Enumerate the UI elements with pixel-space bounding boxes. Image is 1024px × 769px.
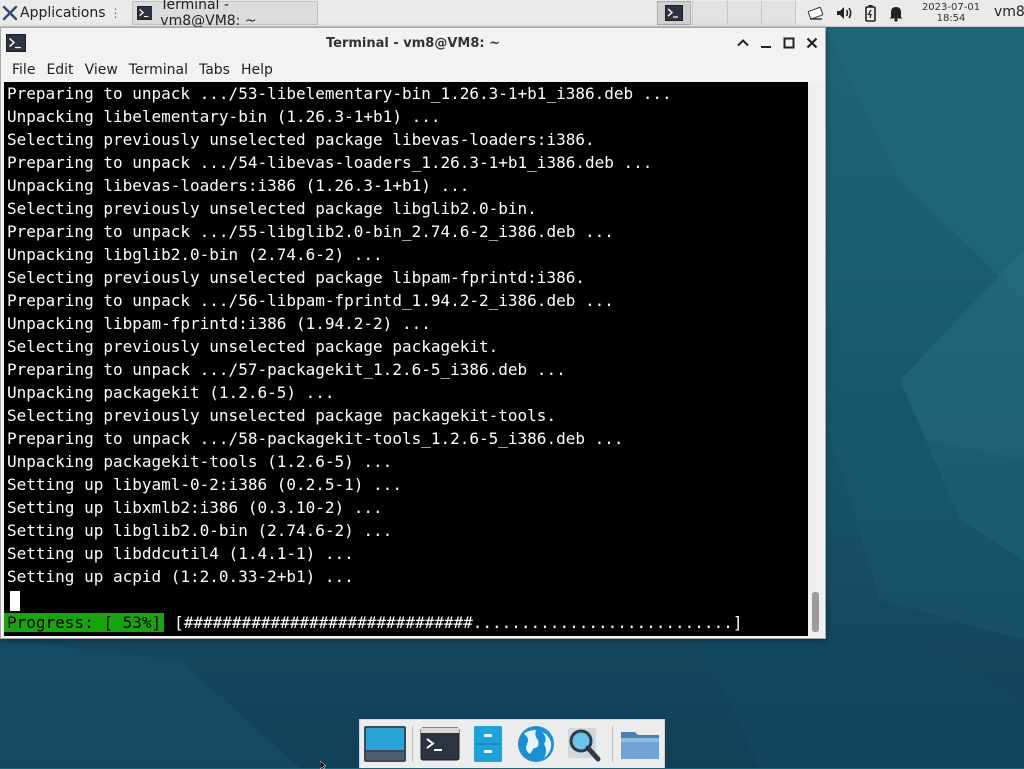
- close-icon[interactable]: [804, 35, 820, 51]
- applications-menu-button[interactable]: Applications ⋮: [0, 0, 126, 26]
- terminal-icon: [136, 6, 153, 20]
- terminal-line: Unpacking libelementary-bin (1.26.3-1+b1…: [7, 107, 441, 126]
- terminal-window: Terminal - vm8@VM8: ~ File Edit View Ter…: [0, 27, 826, 639]
- progress-bar-text: [##############################.........…: [174, 613, 743, 632]
- dock-separator: [412, 726, 413, 762]
- maximize-icon[interactable]: [781, 35, 797, 51]
- terminal-line: Selecting previously unselected package …: [7, 406, 557, 425]
- terminal-line: Preparing to unpack .../57-packagekit_1.…: [7, 360, 566, 379]
- folder-icon[interactable]: [618, 724, 662, 764]
- user-menu[interactable]: vm8: [994, 4, 1024, 20]
- terminal-output[interactable]: Preparing to unpack .../53-libelementary…: [4, 82, 808, 636]
- web-browser-icon[interactable]: [514, 724, 558, 764]
- terminal-line: Selecting previously unselected package …: [7, 337, 499, 356]
- terminal-line: Setting up libxmlb2:i386 (0.3.10-2) ...: [7, 498, 383, 517]
- minimize-icon[interactable]: [758, 35, 774, 51]
- volume-icon[interactable]: [834, 3, 854, 23]
- workspace-2[interactable]: [692, 1, 727, 25]
- bell-icon[interactable]: [886, 3, 906, 23]
- terminal-line: Setting up libyaml-0-2:i386 (0.2.5-1) ..…: [7, 475, 402, 494]
- terminal-line: Selecting previously unselected package …: [7, 130, 595, 149]
- xfce-logo-icon: [2, 5, 18, 21]
- workspace-1[interactable]: [657, 1, 691, 25]
- terminal-line: Unpacking libpam-fprintd:i386 (1.94.2-2)…: [7, 314, 431, 333]
- file-cabinet-icon[interactable]: [466, 724, 510, 764]
- menu-file[interactable]: File: [1, 62, 42, 78]
- menu-edit[interactable]: Edit: [46, 62, 80, 78]
- terminal-icon: [6, 34, 26, 52]
- workspace-4[interactable]: [761, 1, 796, 25]
- clock-time: 18:54: [936, 13, 966, 24]
- terminal-line: Setting up libddcutil4 (1.4.1-1) ...: [7, 544, 354, 563]
- text-cursor: [10, 590, 20, 611]
- dock: [359, 719, 665, 768]
- taskbar-terminal-label: Terminal - vm8@VM8: ~: [160, 0, 257, 29]
- taskbar-terminal-button[interactable]: Terminal - vm8@VM8: ~: [131, 0, 318, 29]
- clock-date: 2023-07-01: [921, 2, 981, 13]
- battery-icon[interactable]: [860, 3, 880, 23]
- terminal-line: Unpacking packagekit (1.2.6-5) ...: [7, 383, 335, 402]
- progress-row: Progress: [ 53%] [#######################…: [4, 611, 742, 634]
- terminal-line: Preparing to unpack .../56-libpam-fprint…: [7, 291, 614, 310]
- terminal-line: Unpacking libglib2.0-bin (2.74.6-2) ...: [7, 245, 383, 264]
- terminal-line: Preparing to unpack .../53-libelementary…: [7, 84, 672, 103]
- terminal-icon: [665, 5, 683, 21]
- terminal-line: Setting up acpid (1:2.0.33-2+b1) ...: [7, 567, 354, 586]
- dock-separator: [612, 726, 613, 762]
- workspace-3[interactable]: [727, 1, 761, 25]
- window-titlebar[interactable]: Terminal - vm8@VM8: ~: [1, 28, 825, 58]
- progress-label: Progress: [ 53%]: [4, 613, 165, 632]
- terminal-line: Unpacking packagekit-tools (1.2.6-5) ...: [7, 452, 393, 471]
- top-panel: Applications ⋮ Terminal - vm8@VM8: ~ 202…: [0, 0, 1024, 29]
- menu-view[interactable]: View: [85, 62, 125, 78]
- terminal-line: Preparing to unpack .../58-packagekit-to…: [7, 429, 624, 448]
- terminal-line: Selecting previously unselected package …: [7, 199, 537, 218]
- clock[interactable]: 2023-07-01 18:54: [912, 0, 990, 26]
- chevron-up-icon[interactable]: [735, 35, 751, 51]
- show-desktop-icon[interactable]: [363, 724, 407, 764]
- cursor-line: [4, 588, 808, 611]
- menu-bar: File Edit View Terminal Tabs Help: [1, 58, 825, 82]
- menu-separator-icon: ⋮: [109, 6, 122, 20]
- terminal-line: Setting up libglib2.0-bin (2.74.6-2) ...: [7, 521, 393, 540]
- menu-terminal[interactable]: Terminal: [129, 62, 195, 78]
- terminal-line: Unpacking libevas-loaders:i386 (1.26.3-1…: [7, 176, 470, 195]
- terminal-icon[interactable]: [418, 724, 462, 764]
- window-title: Terminal - vm8@VM8: ~: [325, 35, 501, 51]
- terminal-line: Preparing to unpack .../54-libevas-loade…: [7, 153, 653, 172]
- scrollbar[interactable]: [808, 82, 823, 636]
- applications-label: Applications: [20, 5, 106, 21]
- terminal-line: Preparing to unpack .../55-libglib2.0-bi…: [7, 222, 614, 241]
- scrollbar-thumb[interactable]: [812, 592, 819, 632]
- menu-help[interactable]: Help: [241, 62, 280, 78]
- network-icon[interactable]: [806, 3, 826, 23]
- terminal-line: Selecting previously unselected package …: [7, 268, 585, 287]
- menu-tabs[interactable]: Tabs: [199, 62, 237, 78]
- search-icon[interactable]: [562, 724, 606, 764]
